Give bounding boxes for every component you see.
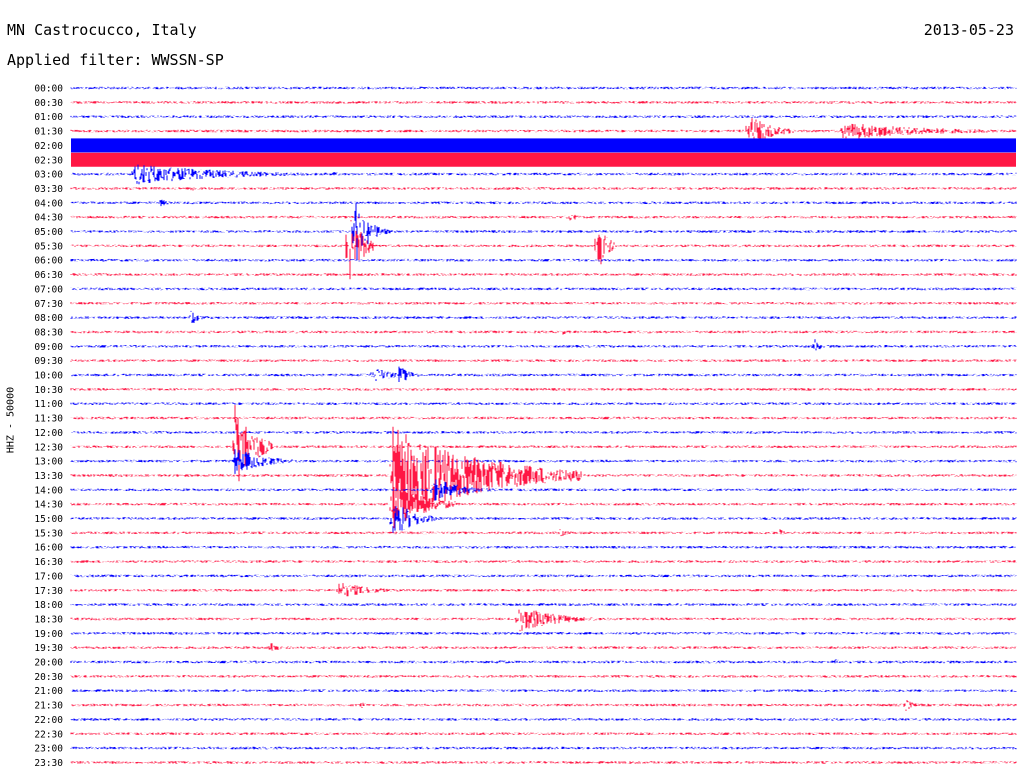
seismic-trace (70, 689, 1017, 692)
row-label: 23:30 (34, 758, 63, 769)
seismic-trace (70, 115, 1017, 118)
row-label: 01:00 (34, 112, 63, 123)
row-label: 10:30 (34, 385, 63, 396)
seismic-trace (70, 761, 1017, 764)
seismic-trace (70, 402, 1017, 405)
seismic-trace (70, 405, 1017, 482)
seismic-trace (70, 199, 1017, 207)
seismic-trace (71, 700, 1017, 711)
seismic-trace (70, 203, 1017, 261)
row-label: 14:30 (34, 500, 63, 511)
row-label: 09:00 (34, 342, 63, 353)
row-label: 00:00 (34, 84, 63, 95)
row-label: 16:00 (34, 543, 63, 554)
row-label: 04:00 (34, 198, 63, 209)
row-label: 15:00 (34, 514, 63, 525)
seismic-trace (70, 506, 1017, 533)
seismic-trace (70, 416, 1017, 420)
seismic-trace (70, 273, 1017, 276)
seismic-trace (70, 732, 1017, 735)
row-label: 20:30 (34, 672, 63, 683)
row-label: 13:00 (34, 457, 63, 468)
row-label: 17:30 (34, 586, 63, 597)
row-label: 04:30 (34, 213, 63, 224)
saturated-trace (71, 138, 1016, 153)
seismic-trace (70, 214, 1017, 221)
seismic-trace (70, 659, 1017, 664)
seismic-trace (70, 545, 1017, 549)
seismic-trace (70, 287, 1017, 291)
row-label: 22:30 (34, 729, 63, 740)
row-label: 16:30 (34, 557, 63, 568)
row-label: 22:00 (34, 715, 63, 726)
row-label: 20:00 (34, 658, 63, 669)
seismic-trace (70, 675, 1017, 678)
row-label: 12:30 (34, 442, 63, 453)
row-label: 00:30 (34, 98, 63, 109)
row-label: 21:30 (34, 701, 63, 712)
row-label: 03:30 (34, 184, 63, 195)
seismic-trace (70, 583, 1017, 597)
row-label: 11:30 (34, 414, 63, 425)
seismic-trace (70, 302, 1017, 305)
row-label: 08:30 (34, 327, 63, 338)
seismic-trace (70, 310, 1017, 323)
row-label: 01:30 (34, 127, 63, 138)
row-label: 07:30 (34, 299, 63, 310)
helicorder-plot: 00:00 00:30 01:00 01:30 02:00 02:30 03:00 03:30… (34, 84, 1017, 769)
seismic-trace (70, 574, 1017, 578)
row-label: 09:30 (34, 356, 63, 367)
row-label: 17:00 (34, 571, 63, 582)
row-label: 06:00 (34, 256, 63, 267)
row-label: 12:00 (34, 428, 63, 439)
seismic-trace (70, 220, 1017, 280)
row-label: 07:00 (34, 284, 63, 295)
seismic-trace (70, 529, 1017, 537)
row-label: 15:30 (34, 528, 63, 539)
seismic-trace (70, 187, 1017, 191)
seismic-trace (70, 330, 1017, 335)
row-label: 19:00 (34, 629, 63, 640)
seismic-trace (70, 746, 1017, 750)
row-label: 05:00 (34, 227, 63, 238)
row-label: 02:00 (34, 141, 63, 152)
row-label: 13:30 (34, 471, 63, 482)
seismic-trace (70, 609, 1017, 632)
row-label: 18:00 (34, 600, 63, 611)
seismic-trace (70, 632, 1017, 635)
row-label: 14:00 (34, 485, 63, 496)
seismic-trace (70, 388, 1017, 391)
row-label: 18:30 (34, 614, 63, 625)
seismic-trace (71, 164, 1017, 185)
seismic-trace (70, 258, 1017, 262)
row-label: 02:30 (34, 155, 63, 166)
seismic-trace (70, 101, 1017, 104)
row-label: 08:00 (34, 313, 63, 324)
row-label: 05:30 (34, 241, 63, 252)
seismic-trace (70, 359, 1017, 362)
seismic-trace (70, 718, 1017, 721)
seismic-trace (71, 366, 1017, 382)
saturated-trace (71, 152, 1016, 167)
row-label: 10:00 (34, 371, 63, 382)
seismic-trace (71, 431, 1017, 434)
seismic-trace (70, 86, 1017, 90)
seismic-trace (70, 603, 1017, 606)
seismic-trace (70, 449, 1017, 474)
seismic-trace (70, 643, 1017, 651)
seismic-trace (70, 560, 1017, 563)
row-label: 03:00 (34, 170, 63, 181)
seismic-trace (70, 339, 1017, 351)
row-label: 21:00 (34, 686, 63, 697)
row-label: 06:30 (34, 270, 63, 281)
row-label: 11:00 (34, 399, 63, 410)
row-label: 19:30 (34, 643, 63, 654)
row-label: 23:00 (34, 744, 63, 755)
